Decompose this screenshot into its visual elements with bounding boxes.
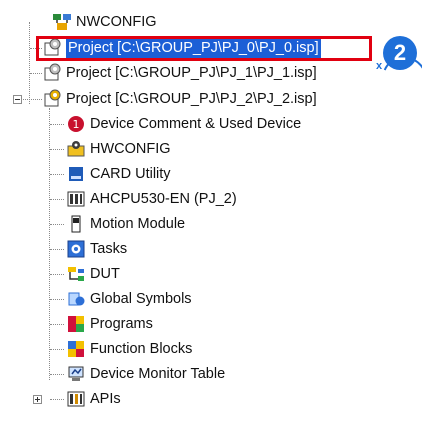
programs-icon	[66, 314, 86, 334]
tree-connector	[50, 324, 64, 325]
tree-item-label: Programs	[90, 316, 153, 332]
tree-item-hwconfig[interactable]: HWCONFIG	[66, 137, 171, 161]
highlight-box	[36, 36, 372, 61]
tree-connector	[50, 274, 64, 275]
tree-item-device-comment[interactable]: 1 Device Comment & Used Device	[66, 112, 301, 136]
tree-item-motion-module[interactable]: Motion Module	[66, 212, 185, 236]
tree-item-label: DUT	[90, 266, 120, 282]
tree-item-label: Project [C:\GROUP_PJ\PJ_1\PJ_1.isp]	[66, 65, 317, 81]
project-tree: NWCONFIG Project [C:\GROUP_PJ\PJ_0\PJ_0.…	[0, 0, 422, 426]
collapse-toggle[interactable]	[13, 95, 22, 104]
expand-toggle[interactable]	[33, 395, 42, 404]
card-utility-icon	[66, 164, 86, 184]
tasks-icon	[66, 239, 86, 259]
tree-item-label: Device Monitor Table	[90, 366, 226, 382]
tree-item-apis[interactable]: APIs	[66, 387, 121, 411]
tree-connector	[29, 22, 30, 104]
tree-item-device-monitor-table[interactable]: Device Monitor Table	[66, 362, 225, 386]
tree-item-nwconfig[interactable]: NWCONFIG	[52, 10, 157, 34]
tree-connector	[50, 374, 64, 375]
device-monitor-icon	[66, 364, 86, 384]
tree-connector	[50, 174, 64, 175]
device-comment-icon: 1	[66, 114, 86, 134]
tree-item-label: Motion Module	[90, 216, 186, 232]
svg-text:1: 1	[73, 118, 80, 131]
apis-icon	[66, 389, 86, 409]
tree-item-label: Project [C:\GROUP_PJ\PJ_2\PJ_2.isp]	[66, 91, 317, 107]
tree-item-label: Function Blocks	[90, 341, 193, 357]
tree-connector	[50, 149, 64, 150]
step-prefix: x	[376, 60, 383, 72]
tree-connector	[50, 124, 64, 125]
tree-item-programs[interactable]: Programs	[66, 312, 153, 336]
tree-connector	[50, 249, 64, 250]
tree-item-card-utility[interactable]: CARD Utility	[66, 162, 171, 186]
tree-item-label: CARD Utility	[90, 166, 171, 182]
tree-connector	[50, 349, 64, 350]
tree-item-tasks[interactable]: Tasks	[66, 237, 127, 261]
motion-module-icon	[66, 214, 86, 234]
tree-item-label: APIs	[90, 391, 121, 407]
tree-connector	[50, 399, 64, 400]
dut-icon	[66, 264, 86, 284]
tree-item-global-symbols[interactable]: Global Symbols	[66, 287, 192, 311]
project-icon	[42, 89, 62, 109]
tree-connector	[50, 224, 64, 225]
global-symbols-icon	[66, 289, 86, 309]
tree-item-label: NWCONFIG	[76, 14, 157, 30]
tree-item-project-pj1[interactable]: Project [C:\GROUP_PJ\PJ_1\PJ_1.isp]	[42, 61, 317, 85]
tree-item-label: AHCPU530-EN (PJ_2)	[90, 191, 237, 207]
tree-item-label: Tasks	[90, 241, 128, 257]
project-icon	[42, 63, 62, 83]
tree-item-label: HWCONFIG	[90, 141, 171, 157]
step-badge: 2	[383, 36, 417, 70]
cpu-module-icon	[66, 189, 86, 209]
tree-item-label: Global Symbols	[90, 291, 192, 307]
tree-item-dut[interactable]: DUT	[66, 262, 120, 286]
tree-item-label: Device Comment & Used Device	[90, 116, 302, 132]
tree-connector	[50, 199, 64, 200]
tree-item-project-pj2[interactable]: Project [C:\GROUP_PJ\PJ_2\PJ_2.isp]	[42, 87, 317, 111]
tree-connector	[30, 73, 42, 74]
tree-connector	[50, 299, 64, 300]
tree-item-function-blocks[interactable]: Function Blocks	[66, 337, 192, 361]
hwconfig-icon	[66, 139, 86, 159]
tree-item-cpu-module[interactable]: AHCPU530-EN (PJ_2)	[66, 187, 237, 211]
step-number: 2	[393, 40, 407, 65]
function-blocks-icon	[66, 339, 86, 359]
network-config-icon	[52, 12, 72, 32]
